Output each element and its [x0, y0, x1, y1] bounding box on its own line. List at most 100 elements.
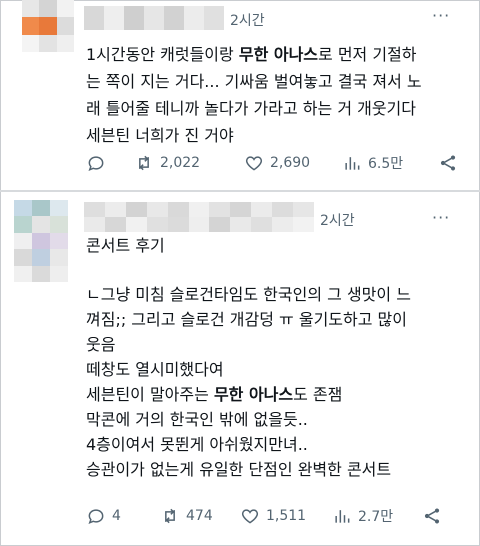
views-icon	[345, 157, 360, 170]
text-line: 막콘에 거의 한국인 밖에 없을듯..	[86, 406, 411, 431]
mosaic-cell	[293, 217, 314, 232]
text-segment: 웃음	[86, 335, 116, 354]
reply-count: 4	[112, 508, 121, 524]
mosaic-cell	[146, 202, 168, 217]
text-segment: 래 틀어줄 테니까 놀다가 가라고 하는 거 개웃기다	[86, 99, 417, 118]
text-line: 세븐틴이 말아주는 무한 아나스도 존잼	[86, 381, 411, 406]
reply-button[interactable]	[86, 153, 134, 173]
mosaic-cell	[125, 202, 147, 217]
avatar[interactable]	[22, 0, 74, 52]
tweet[interactable]: 2시간 ··· 1시간동안 캐럿들이랑 무한 아나스로 먼저 기절하는 쪽이 지…	[0, 0, 480, 190]
retweet-count: 2,022	[160, 155, 201, 171]
like-button[interactable]: 1,511	[240, 506, 332, 526]
mosaic-cell	[167, 217, 189, 232]
mosaic-cell	[56, 34, 74, 52]
mosaic-cell	[209, 202, 231, 217]
like-count: 1,511	[266, 508, 307, 524]
mosaic-cell	[164, 6, 184, 30]
text-line: 세븐틴 너희가 진 거야	[86, 122, 422, 149]
mosaic-cell	[230, 202, 252, 217]
reply-button[interactable]: 4	[86, 506, 160, 526]
views-button[interactable]: 6.5만	[342, 153, 438, 173]
mosaic-cell	[204, 6, 224, 30]
mosaic-cell	[50, 200, 68, 217]
mosaic-cell	[56, 0, 74, 18]
text-segment: 승관이가 없는게 유일한 단점인 완벽한 콘서트	[86, 460, 392, 479]
mosaic-cell	[50, 249, 68, 266]
mosaic-cell	[32, 265, 50, 282]
mosaic-cell	[84, 217, 105, 232]
mosaic-cell	[32, 232, 50, 250]
mosaic-cell	[124, 6, 144, 30]
like-button[interactable]: 2,690	[244, 153, 342, 173]
retweet-count: 474	[186, 508, 213, 524]
bold-text: 무한 아나스	[238, 45, 319, 64]
mosaic-cell	[184, 6, 204, 30]
mosaic-cell	[32, 200, 50, 217]
mosaic-cell	[104, 217, 126, 232]
tweet-timestamp[interactable]: 2시간	[320, 210, 355, 230]
mosaic-cell	[84, 6, 104, 30]
text-segment: 4층이여서 못뛴게 아쉬웠지만녀..	[86, 435, 308, 454]
mosaic-cell	[32, 249, 50, 266]
mosaic-cell	[146, 217, 168, 232]
text-segment: 는 쪽이 지는 거다... 기싸움 벌여놓고 결국 져서 노	[86, 72, 422, 91]
text-line: 4층이여서 못뛴게 아쉬웠지만녀..	[86, 431, 411, 456]
mosaic-cell	[251, 217, 273, 232]
text-segment: 세븐틴이 말아주는	[86, 385, 214, 404]
text-line: 콘서트 후기	[86, 232, 411, 257]
text-segment: 떼창도 열시미했다여	[86, 360, 224, 379]
mosaic-cell	[188, 202, 210, 217]
mosaic-cell	[56, 17, 74, 35]
text-segment: 세븐틴 너희가 진 거야	[86, 126, 234, 145]
mosaic-cell	[50, 265, 68, 282]
mosaic-cell	[22, 0, 40, 18]
text-segment: ㄴ그냥 미침 슬로건타임도 한국인의 그 생맛이 느	[86, 285, 411, 304]
mosaic-cell	[251, 202, 273, 217]
retweet-button[interactable]: 2,022	[134, 153, 244, 173]
mosaic-cell	[39, 34, 57, 52]
mosaic-cell	[14, 200, 32, 217]
retweet-icon	[165, 508, 175, 524]
more-options-icon[interactable]: ···	[432, 6, 450, 25]
text-line: 승관이가 없는게 유일한 단점인 완벽한 콘서트	[86, 456, 411, 481]
retweet-button[interactable]: 474	[160, 506, 240, 526]
like-count: 2,690	[270, 155, 311, 171]
text-line: 래 틀어줄 테니까 놀다가 가라고 하는 거 개웃기다	[86, 95, 422, 122]
mosaic-cell	[125, 217, 147, 232]
mosaic-cell	[39, 0, 57, 18]
tweet-actions: 2,022 2,690 6.5만	[86, 151, 466, 175]
mosaic-cell	[14, 249, 32, 266]
mosaic-cell	[39, 17, 57, 35]
author-name-redacted[interactable]	[84, 6, 224, 30]
author-name-redacted[interactable]	[84, 202, 314, 232]
tweet[interactable]: 2시간 ··· 콘서트 후기 ㄴ그냥 미침 슬로건타임도 한국인의 그 생맛이 느…	[0, 192, 480, 546]
mosaic-cell	[84, 202, 105, 217]
share-button[interactable]	[422, 506, 442, 526]
text-line: 는 쪽이 지는 거다... 기싸움 벌여놓고 결국 져서 노	[86, 68, 422, 95]
views-count: 6.5만	[368, 156, 404, 172]
mosaic-cell	[50, 216, 68, 233]
mosaic-cell	[104, 6, 124, 30]
share-icon	[424, 508, 440, 524]
bold-text: 무한 아나스	[213, 385, 294, 404]
tweet-actions: 4 474 1,511 2.7만	[86, 504, 466, 528]
views-count: 2.7만	[358, 509, 394, 525]
more-options-icon[interactable]: ···	[432, 208, 450, 227]
text-line: 1시간동안 캐럿들이랑 무한 아나스로 먼저 기절하	[86, 41, 422, 68]
share-button[interactable]	[438, 153, 458, 173]
retweet-icon	[139, 155, 149, 171]
mosaic-cell	[209, 217, 231, 232]
avatar[interactable]	[14, 200, 68, 282]
mosaic-cell	[22, 34, 40, 52]
share-icon	[440, 155, 456, 171]
mosaic-cell	[14, 232, 32, 250]
tweet-timestamp[interactable]: 2시간	[230, 10, 265, 30]
mosaic-cell	[167, 202, 189, 217]
mosaic-cell	[14, 265, 32, 282]
views-button[interactable]: 2.7만	[332, 506, 422, 526]
mosaic-cell	[32, 216, 50, 233]
mosaic-cell	[293, 202, 314, 217]
mosaic-cell	[14, 216, 32, 233]
